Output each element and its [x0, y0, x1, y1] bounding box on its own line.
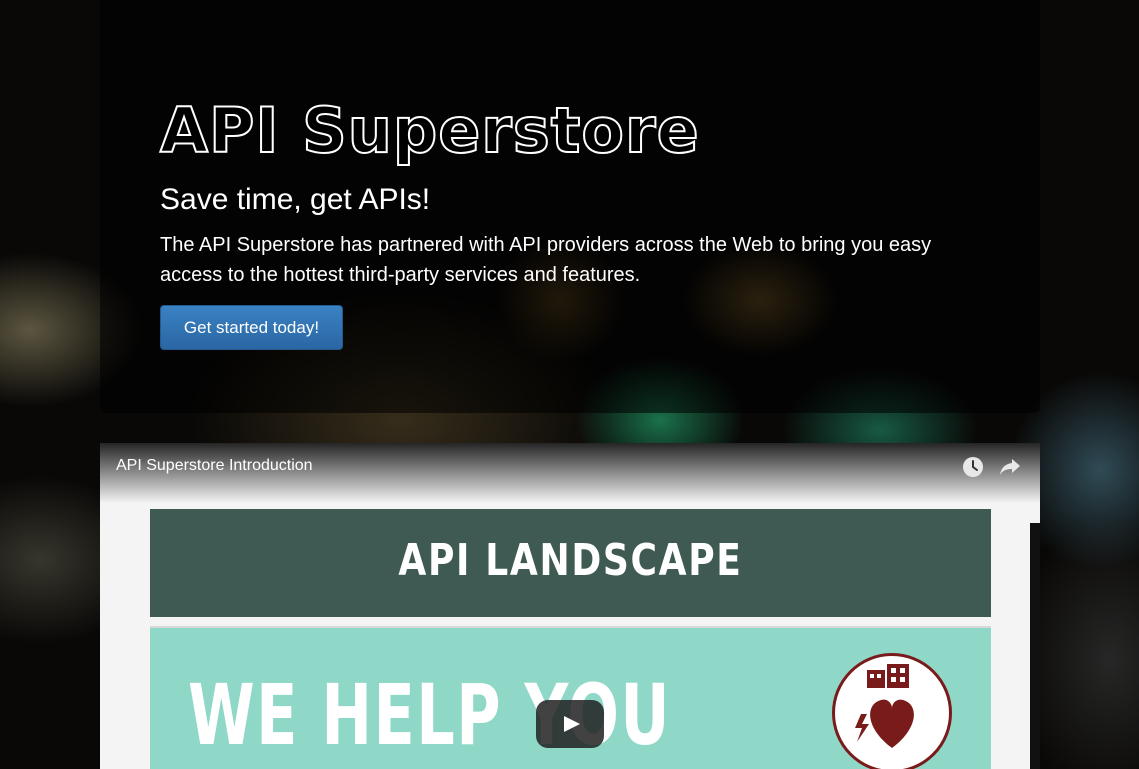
video-embed[interactable]: API LANDSCAPE WE HELP YOU API Superstore… — [100, 443, 1040, 769]
hero-tagline: Save time, get APIs! — [160, 183, 431, 216]
hero-lead-text: The API Superstore has partnered with AP… — [160, 234, 932, 286]
slide-banner-text: API LANDSCAPE — [398, 535, 743, 586]
get-started-button[interactable]: Get started today! — [160, 305, 343, 350]
video-edge — [1030, 523, 1040, 769]
video-title-bar: API Superstore Introduction — [100, 443, 1040, 503]
video-title[interactable]: API Superstore Introduction — [116, 457, 313, 475]
clock-icon[interactable] — [962, 456, 984, 478]
brand-logo-text: API Superstore — [159, 94, 700, 167]
slide-banner: API LANDSCAPE — [150, 509, 991, 617]
heart-building-icon — [832, 653, 952, 769]
play-icon[interactable] — [536, 700, 604, 748]
share-icon[interactable] — [998, 456, 1022, 478]
hero-jumbotron: API Superstore Save time, get APIs! The … — [100, 0, 1040, 413]
